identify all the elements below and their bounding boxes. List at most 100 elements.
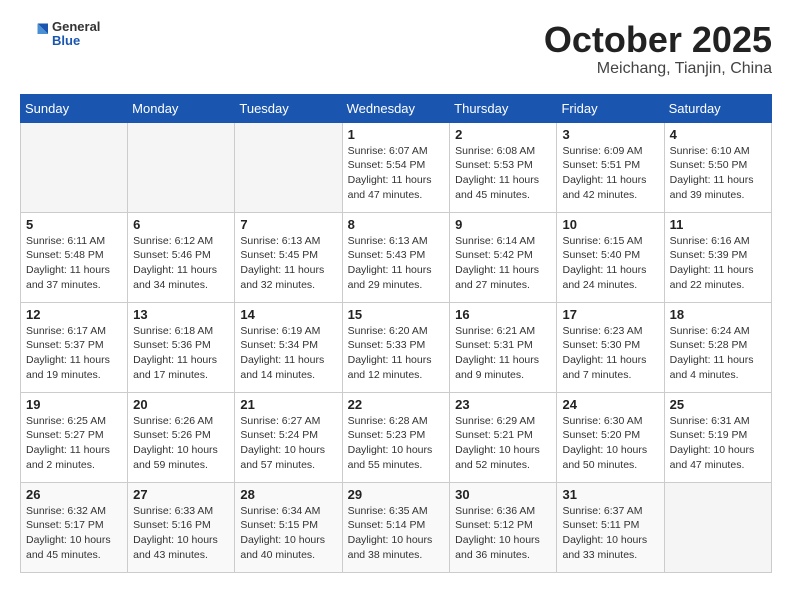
day-number: 4 xyxy=(670,127,766,142)
day-number: 21 xyxy=(240,397,336,412)
day-number: 29 xyxy=(348,487,445,502)
day-info: Sunrise: 6:07 AM Sunset: 5:54 PM Dayligh… xyxy=(348,144,445,203)
calendar-week-row: 26Sunrise: 6:32 AM Sunset: 5:17 PM Dayli… xyxy=(21,482,772,572)
day-info: Sunrise: 6:13 AM Sunset: 5:45 PM Dayligh… xyxy=(240,234,336,293)
day-info: Sunrise: 6:27 AM Sunset: 5:24 PM Dayligh… xyxy=(240,414,336,473)
calendar-cell: 7 Sunrise: 6:13 AM Sunset: 5:45 PM Daylig… xyxy=(235,212,342,302)
calendar-cell: 24 Sunrise: 6:30 AM Sunset: 5:20 PM Dayli… xyxy=(557,392,664,482)
day-info: Sunrise: 6:32 AM Sunset: 5:17 PM Dayligh… xyxy=(26,504,122,563)
calendar-cell: 13 Sunrise: 6:18 AM Sunset: 5:36 PM Dayli… xyxy=(128,302,235,392)
calendar-cell: 30 Sunrise: 6:36 AM Sunset: 5:12 PM Dayli… xyxy=(450,482,557,572)
calendar-cell xyxy=(664,482,771,572)
day-number: 16 xyxy=(455,307,551,322)
day-info: Sunrise: 6:15 AM Sunset: 5:40 PM Dayligh… xyxy=(562,234,658,293)
day-info: Sunrise: 6:11 AM Sunset: 5:48 PM Dayligh… xyxy=(26,234,122,293)
day-number: 2 xyxy=(455,127,551,142)
day-info: Sunrise: 6:30 AM Sunset: 5:20 PM Dayligh… xyxy=(562,414,658,473)
day-info: Sunrise: 6:08 AM Sunset: 5:53 PM Dayligh… xyxy=(455,144,551,203)
calendar-cell: 15Sunrise: 6:20 AM Sunset: 5:33 PM Dayli… xyxy=(342,302,450,392)
day-number: 3 xyxy=(562,127,658,142)
day-info: Sunrise: 6:13 AM Sunset: 5:43 PM Dayligh… xyxy=(348,234,445,293)
calendar-cell: 2 Sunrise: 6:08 AM Sunset: 5:53 PM Daylig… xyxy=(450,122,557,212)
logo-icon xyxy=(20,20,48,48)
day-number: 24 xyxy=(562,397,658,412)
logo-text: General Blue xyxy=(52,20,100,49)
calendar-cell: 11Sunrise: 6:16 AM Sunset: 5:39 PM Dayli… xyxy=(664,212,771,302)
page-header: General Blue October 2025 Meichang, Tian… xyxy=(20,20,772,78)
day-info: Sunrise: 6:14 AM Sunset: 5:42 PM Dayligh… xyxy=(455,234,551,293)
day-number: 19 xyxy=(26,397,122,412)
calendar-cell xyxy=(128,122,235,212)
day-number: 20 xyxy=(133,397,229,412)
day-info: Sunrise: 6:35 AM Sunset: 5:14 PM Dayligh… xyxy=(348,504,445,563)
day-info: Sunrise: 6:21 AM Sunset: 5:31 PM Dayligh… xyxy=(455,324,551,383)
day-info: Sunrise: 6:31 AM Sunset: 5:19 PM Dayligh… xyxy=(670,414,766,473)
calendar-cell: 16 Sunrise: 6:21 AM Sunset: 5:31 PM Dayli… xyxy=(450,302,557,392)
calendar-cell: 25 Sunrise: 6:31 AM Sunset: 5:19 PM Dayli… xyxy=(664,392,771,482)
day-number: 14 xyxy=(240,307,336,322)
logo: General Blue xyxy=(20,20,100,49)
day-number: 10 xyxy=(562,217,658,232)
day-number: 30 xyxy=(455,487,551,502)
calendar-cell: 1Sunrise: 6:07 AM Sunset: 5:54 PM Daylig… xyxy=(342,122,450,212)
day-number: 9 xyxy=(455,217,551,232)
calendar-week-row: 5Sunrise: 6:11 AM Sunset: 5:48 PM Daylig… xyxy=(21,212,772,302)
day-number: 7 xyxy=(240,217,336,232)
day-number: 28 xyxy=(240,487,336,502)
day-info: Sunrise: 6:18 AM Sunset: 5:36 PM Dayligh… xyxy=(133,324,229,383)
day-number: 22 xyxy=(348,397,445,412)
weekday-header: Monday xyxy=(128,94,235,122)
calendar-cell: 26Sunrise: 6:32 AM Sunset: 5:17 PM Dayli… xyxy=(21,482,128,572)
calendar-cell: 3Sunrise: 6:09 AM Sunset: 5:51 PM Daylig… xyxy=(557,122,664,212)
day-info: Sunrise: 6:23 AM Sunset: 5:30 PM Dayligh… xyxy=(562,324,658,383)
title-block: October 2025 Meichang, Tianjin, China xyxy=(544,20,772,78)
calendar-cell: 6Sunrise: 6:12 AM Sunset: 5:46 PM Daylig… xyxy=(128,212,235,302)
day-number: 31 xyxy=(562,487,658,502)
day-number: 27 xyxy=(133,487,229,502)
calendar-cell: 17 Sunrise: 6:23 AM Sunset: 5:30 PM Dayli… xyxy=(557,302,664,392)
location: Meichang, Tianjin, China xyxy=(544,60,772,78)
calendar-cell: 4 Sunrise: 6:10 AM Sunset: 5:50 PM Daylig… xyxy=(664,122,771,212)
calendar-week-row: 19Sunrise: 6:25 AM Sunset: 5:27 PM Dayli… xyxy=(21,392,772,482)
logo-blue: Blue xyxy=(52,34,100,48)
weekday-header: Sunday xyxy=(21,94,128,122)
day-info: Sunrise: 6:34 AM Sunset: 5:15 PM Dayligh… xyxy=(240,504,336,563)
day-info: Sunrise: 6:24 AM Sunset: 5:28 PM Dayligh… xyxy=(670,324,766,383)
calendar-cell: 8 Sunrise: 6:13 AM Sunset: 5:43 PM Daylig… xyxy=(342,212,450,302)
weekday-header: Thursday xyxy=(450,94,557,122)
calendar-cell: 19Sunrise: 6:25 AM Sunset: 5:27 PM Dayli… xyxy=(21,392,128,482)
day-info: Sunrise: 6:37 AM Sunset: 5:11 PM Dayligh… xyxy=(562,504,658,563)
day-number: 11 xyxy=(670,217,766,232)
calendar: SundayMondayTuesdayWednesdayThursdayFrid… xyxy=(20,94,772,573)
calendar-week-row: 12 Sunrise: 6:17 AM Sunset: 5:37 PM Dayli… xyxy=(21,302,772,392)
month-title: October 2025 xyxy=(544,20,772,60)
day-info: Sunrise: 6:26 AM Sunset: 5:26 PM Dayligh… xyxy=(133,414,229,473)
day-info: Sunrise: 6:29 AM Sunset: 5:21 PM Dayligh… xyxy=(455,414,551,473)
calendar-cell: 28 Sunrise: 6:34 AM Sunset: 5:15 PM Dayli… xyxy=(235,482,342,572)
day-number: 13 xyxy=(133,307,229,322)
day-number: 12 xyxy=(26,307,122,322)
day-info: Sunrise: 6:28 AM Sunset: 5:23 PM Dayligh… xyxy=(348,414,445,473)
day-number: 17 xyxy=(562,307,658,322)
calendar-cell: 12 Sunrise: 6:17 AM Sunset: 5:37 PM Dayli… xyxy=(21,302,128,392)
day-number: 8 xyxy=(348,217,445,232)
day-info: Sunrise: 6:17 AM Sunset: 5:37 PM Dayligh… xyxy=(26,324,122,383)
weekday-header-row: SundayMondayTuesdayWednesdayThursdayFrid… xyxy=(21,94,772,122)
day-info: Sunrise: 6:10 AM Sunset: 5:50 PM Dayligh… xyxy=(670,144,766,203)
weekday-header: Tuesday xyxy=(235,94,342,122)
day-number: 18 xyxy=(670,307,766,322)
calendar-cell: 9 Sunrise: 6:14 AM Sunset: 5:42 PM Daylig… xyxy=(450,212,557,302)
calendar-cell xyxy=(235,122,342,212)
day-info: Sunrise: 6:36 AM Sunset: 5:12 PM Dayligh… xyxy=(455,504,551,563)
calendar-cell: 20 Sunrise: 6:26 AM Sunset: 5:26 PM Dayli… xyxy=(128,392,235,482)
logo-general: General xyxy=(52,20,100,34)
calendar-cell: 18 Sunrise: 6:24 AM Sunset: 5:28 PM Dayli… xyxy=(664,302,771,392)
day-number: 25 xyxy=(670,397,766,412)
calendar-cell xyxy=(21,122,128,212)
day-info: Sunrise: 6:19 AM Sunset: 5:34 PM Dayligh… xyxy=(240,324,336,383)
calendar-cell: 23 Sunrise: 6:29 AM Sunset: 5:21 PM Dayli… xyxy=(450,392,557,482)
day-number: 23 xyxy=(455,397,551,412)
calendar-cell: 10 Sunrise: 6:15 AM Sunset: 5:40 PM Dayli… xyxy=(557,212,664,302)
day-info: Sunrise: 6:12 AM Sunset: 5:46 PM Dayligh… xyxy=(133,234,229,293)
calendar-cell: 29 Sunrise: 6:35 AM Sunset: 5:14 PM Dayli… xyxy=(342,482,450,572)
